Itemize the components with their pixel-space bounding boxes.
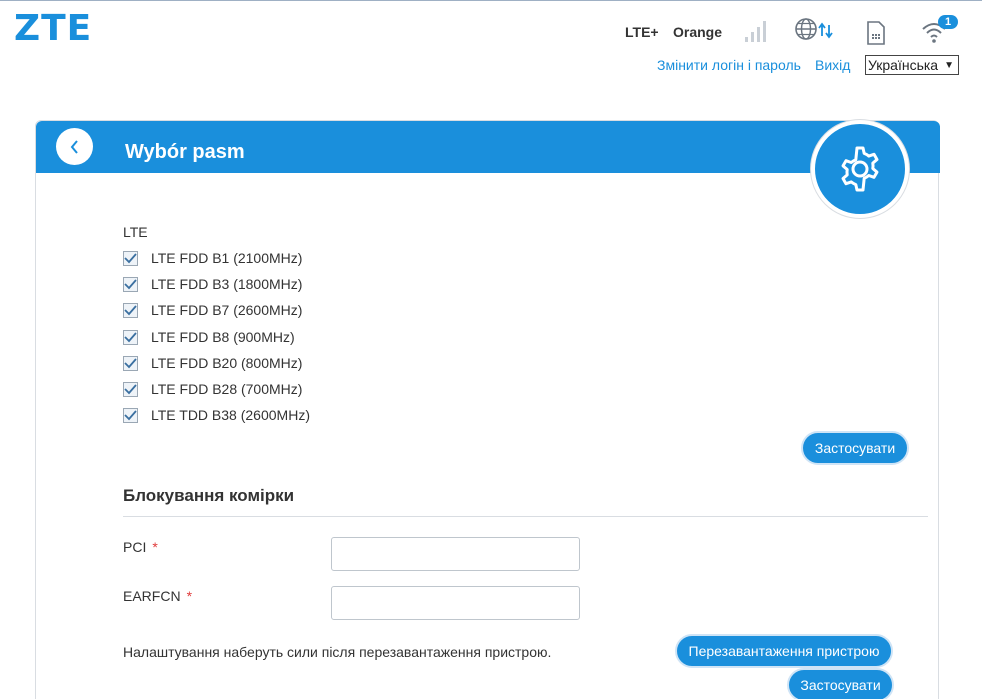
reboot-note: Налаштування наберуть сили після перезав… bbox=[123, 644, 552, 660]
zte-logo: ZTE bbox=[14, 8, 93, 49]
change-login-link[interactable]: Змінити логін і пароль bbox=[657, 57, 801, 73]
band-label: LTE TDD B38 (2600MHz) bbox=[151, 407, 310, 423]
band-checkbox[interactable] bbox=[123, 302, 138, 318]
checkmark-icon bbox=[124, 278, 137, 289]
band-row-b38[interactable]: LTE TDD B38 (2600MHz) bbox=[123, 405, 310, 425]
band-row-b7[interactable]: LTE FDD B7 (2600MHz) bbox=[123, 300, 302, 320]
band-row-b8[interactable]: LTE FDD B8 (900MHz) bbox=[123, 327, 295, 347]
pci-label: PCI * bbox=[123, 539, 158, 555]
gear-icon bbox=[841, 146, 879, 192]
logout-link[interactable]: Вихід bbox=[815, 57, 850, 73]
checkmark-icon bbox=[124, 357, 137, 368]
lte-section-label: LTE bbox=[123, 224, 148, 240]
globe-data-icon bbox=[795, 18, 833, 40]
reboot-device-button[interactable]: Перезавантаження пристрою bbox=[675, 634, 893, 668]
wifi-clients-badge: 1 bbox=[938, 15, 958, 29]
band-label: LTE FDD B1 (2100MHz) bbox=[151, 250, 303, 266]
band-checkbox[interactable] bbox=[123, 407, 138, 423]
band-row-b28[interactable]: LTE FDD B28 (700MHz) bbox=[123, 379, 302, 399]
checkmark-icon bbox=[124, 409, 137, 420]
band-checkbox[interactable] bbox=[123, 355, 138, 371]
required-mark: * bbox=[186, 588, 193, 604]
band-checkbox[interactable] bbox=[123, 381, 138, 397]
band-checkbox[interactable] bbox=[123, 250, 138, 266]
apply-cell-lock-button[interactable]: Застосувати bbox=[787, 668, 894, 699]
band-checkbox[interactable] bbox=[123, 329, 138, 345]
band-label: LTE FDD B20 (800MHz) bbox=[151, 355, 303, 371]
band-label: LTE FDD B7 (2600MHz) bbox=[151, 302, 303, 318]
pci-label-text: PCI bbox=[123, 539, 147, 555]
settings-badge bbox=[811, 120, 909, 218]
required-mark: * bbox=[152, 539, 158, 555]
band-row-b1[interactable]: LTE FDD B1 (2100MHz) bbox=[123, 248, 302, 268]
checkmark-icon bbox=[124, 383, 137, 394]
checkmark-icon bbox=[124, 252, 137, 263]
band-label: LTE FDD B8 (900MHz) bbox=[151, 329, 295, 345]
band-row-b20[interactable]: LTE FDD B20 (800MHz) bbox=[123, 353, 302, 373]
chevron-down-icon: ▼ bbox=[944, 59, 954, 71]
network-type: LTE+ bbox=[625, 24, 659, 40]
operator-name: Orange bbox=[673, 24, 723, 40]
checkmark-icon bbox=[124, 304, 137, 315]
band-checkbox[interactable] bbox=[123, 276, 138, 292]
earfcn-label-text: EARFCN bbox=[123, 588, 181, 604]
earfcn-input[interactable] bbox=[331, 586, 580, 620]
back-button[interactable] bbox=[56, 128, 93, 165]
earfcn-label: EARFCN * bbox=[123, 588, 192, 604]
band-label: LTE FDD B3 (1800MHz) bbox=[151, 276, 303, 292]
language-value: Українська bbox=[868, 57, 939, 73]
checkmark-icon bbox=[124, 331, 137, 342]
band-selection-panel: Wybór pasm LTE LTE FDD B1 (2100MHz) LTE … bbox=[35, 120, 940, 699]
top-border bbox=[0, 0, 982, 1]
page-title: Wybór pasm bbox=[125, 141, 245, 163]
cell-lock-title: Блокування комірки bbox=[123, 486, 295, 505]
band-row-b3[interactable]: LTE FDD B3 (1800MHz) bbox=[123, 274, 302, 294]
back-arrow-icon bbox=[70, 139, 78, 154]
panel-header: Wybór pasm bbox=[36, 121, 940, 173]
apply-bands-button[interactable]: Застосувати bbox=[801, 431, 909, 465]
sim-icon bbox=[867, 21, 885, 45]
band-label: LTE FDD B28 (700MHz) bbox=[151, 381, 303, 397]
signal-icon bbox=[745, 21, 766, 42]
language-select[interactable]: Українська ▼ bbox=[865, 55, 959, 75]
section-divider bbox=[123, 516, 928, 517]
pci-input[interactable] bbox=[331, 537, 580, 571]
